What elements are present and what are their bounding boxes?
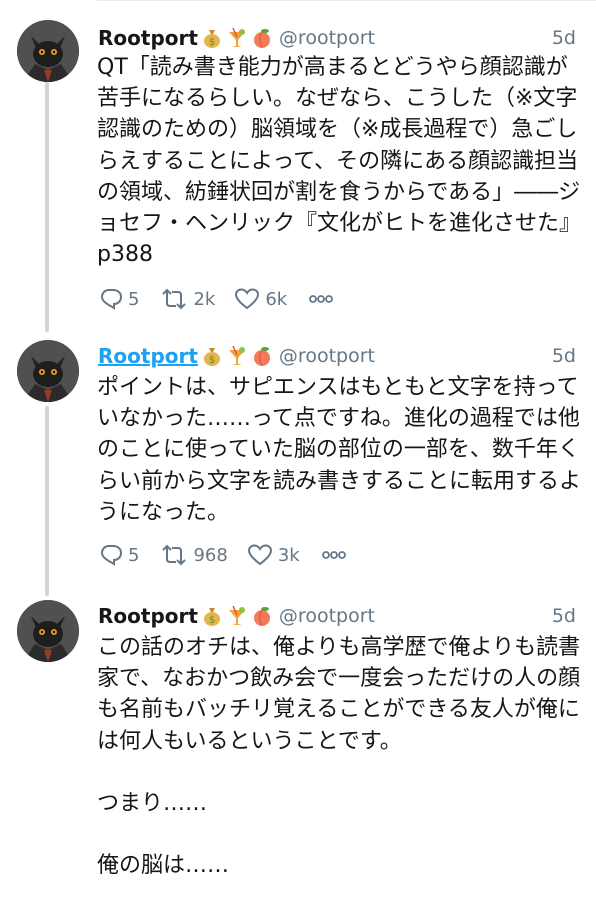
avatar[interactable] [17, 20, 79, 82]
svg-text:$: $ [209, 615, 215, 626]
tweet-text: ポイントは、サピエンスはもともと文字を持っていなかった……って点ですね。進化の過… [97, 375, 582, 525]
name-emojis: $ [201, 27, 273, 49]
display-name[interactable]: Rootport [98, 604, 198, 628]
tweet-text: QT「読み書き能力が高まるとどうやら顔認識が苦手になるらしい。なぜなら、こうした… [97, 55, 582, 268]
retweet-button[interactable]: 968 [159, 543, 228, 567]
retweet-icon [162, 544, 187, 566]
retweet-count: 968 [193, 544, 228, 566]
tweet-actions: 5 2k 6k [98, 284, 335, 314]
tweet-text: この話のオチは、俺よりも高学歴で俺よりも読書家で、なおかつ飲み会で一度会っただけ… [97, 632, 581, 881]
more-icon [321, 551, 346, 559]
money-bag-icon: $ [203, 348, 220, 366]
peach-icon [253, 29, 270, 48]
username[interactable]: @rootport [279, 605, 375, 627]
reply-icon [100, 289, 123, 310]
more-options-button[interactable] [320, 543, 348, 567]
tweet-paragraph: この話のオチは、俺よりも高学歴で俺よりも読書家で、なおかつ飲み会で一度会っただけ… [97, 635, 581, 754]
like-count: 6k [265, 288, 288, 310]
tropical-drink-icon [228, 605, 245, 625]
reply-button[interactable]: 5 [98, 287, 139, 311]
tropical-drink-icon [228, 27, 245, 47]
thread-connector-line [45, 406, 49, 596]
name-emojis: $ [201, 345, 273, 367]
peach-icon [253, 607, 270, 626]
timestamp[interactable]: 5d [552, 340, 576, 372]
heart-icon [247, 544, 272, 566]
more-icon [309, 295, 334, 303]
money-bag-icon: $ [203, 30, 220, 48]
like-count: 3k [277, 544, 300, 566]
tweet-header: Rootport $ @rootport [98, 600, 375, 632]
reply-count: 5 [128, 544, 140, 566]
more-options-button[interactable] [307, 287, 335, 311]
username[interactable]: @rootport [279, 345, 375, 367]
tweet-paragraph: つまり…… [97, 790, 208, 816]
timestamp[interactable]: 5d [552, 600, 576, 632]
avatar[interactable] [17, 600, 79, 662]
display-name[interactable]: Rootport [98, 26, 198, 50]
avatar[interactable] [17, 340, 79, 402]
username[interactable]: @rootport [279, 27, 375, 49]
tweet-header: Rootport $ @rootport [98, 22, 375, 54]
retweet-icon [162, 288, 187, 310]
tweet-header: Rootport $ @rootport [98, 340, 375, 372]
retweet-button[interactable]: 2k [159, 287, 215, 311]
money-bag-icon: $ [203, 608, 220, 626]
thread-connector-line [45, 82, 49, 332]
reply-icon [100, 545, 123, 566]
retweet-count: 2k [193, 288, 216, 310]
reply-count: 5 [128, 288, 140, 310]
svg-text:$: $ [209, 37, 215, 48]
like-button[interactable]: 6k [233, 287, 287, 311]
svg-text:$: $ [209, 355, 215, 366]
tweet-paragraph: 俺の脳は…… [97, 853, 230, 879]
tropical-drink-icon [228, 345, 245, 365]
tweet-actions: 5 968 3k [98, 540, 348, 570]
name-emojis: $ [201, 605, 273, 627]
peach-icon [253, 347, 270, 366]
timestamp[interactable]: 5d [552, 22, 576, 54]
heart-icon [235, 288, 260, 310]
like-button[interactable]: 3k [246, 543, 300, 567]
top-divider [97, 0, 596, 1]
reply-button[interactable]: 5 [98, 543, 139, 567]
display-name[interactable]: Rootport [98, 344, 198, 368]
